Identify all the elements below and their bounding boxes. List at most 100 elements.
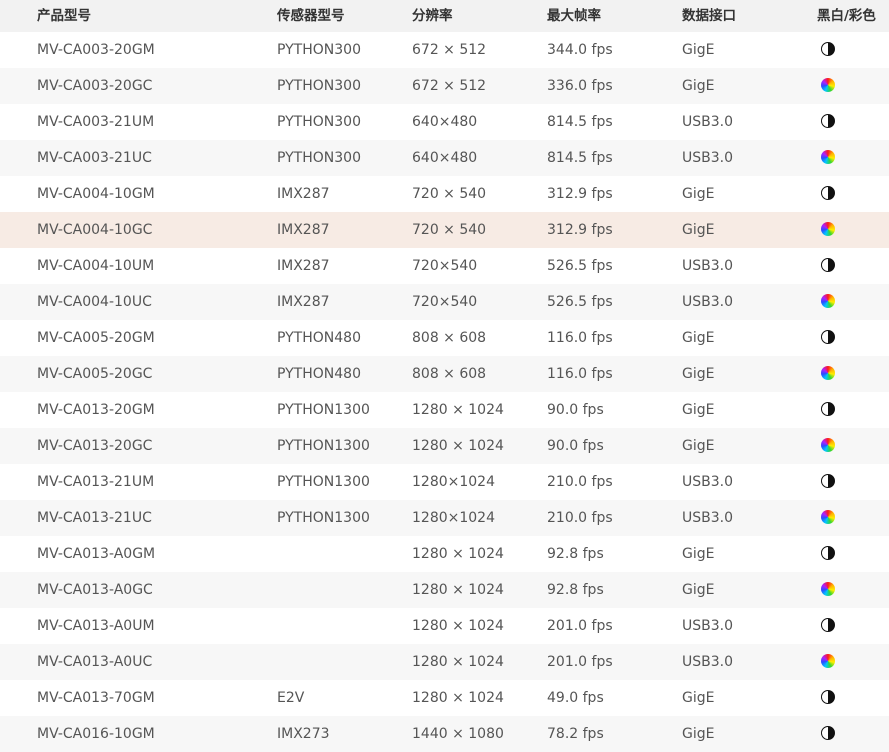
table-row[interactable]: MV-CA013-20GM PYTHON1300 1280 × 1024 90.0 f… (0, 392, 889, 428)
cell-interface: USB3.0 (682, 474, 734, 490)
cell-resolution: 1280 × 1024 (412, 438, 504, 454)
cell-sensor: PYTHON1300 (277, 474, 370, 490)
cell-model[interactable]: MV-CA003-21UM (37, 104, 154, 140)
table-body: MV-CA003-20GM PYTHON300 672 × 512 344.0 fps… (0, 32, 889, 752)
cell-model[interactable]: MV-CA005-20GM (37, 320, 155, 356)
cell-color (821, 500, 835, 536)
cell-interface: USB3.0 (682, 294, 734, 310)
table-row[interactable]: MV-CA004-10GM IMX287 720 × 540 312.9 fps Gig… (0, 176, 889, 212)
mono-icon (821, 185, 835, 200)
cell-resolution: 1280 × 1024 (412, 690, 504, 706)
camera-spec-table: 产品型号 传感器型号 分辨率 最大帧率 数据接口 黑白/彩色 MV-CA003-… (0, 0, 889, 752)
table-row[interactable]: MV-CA013-21UC PYTHON1300 1280×1024 210.0 fp… (0, 500, 889, 536)
cell-interface: GigE (682, 42, 715, 58)
color-icon (821, 77, 835, 92)
cell-fps: 814.5 fps (547, 150, 613, 166)
table-row[interactable]: MV-CA004-10UC IMX287 720×540 526.5 fps USB3.… (0, 284, 889, 320)
cell-resolution: 808 × 608 (412, 330, 487, 346)
cell-color (821, 140, 835, 176)
table-row[interactable]: MV-CA013-A0UM 1280 × 1024 201.0 fps USB3.0 (0, 608, 889, 644)
table-row[interactable]: MV-CA013-A0GM 1280 × 1024 92.8 fps GigE (0, 536, 889, 572)
cell-sensor: PYTHON300 (277, 42, 361, 58)
cell-fps: 90.0 fps (547, 402, 604, 418)
table-row[interactable]: MV-CA013-20GC PYTHON1300 1280 × 1024 90.0 f… (0, 428, 889, 464)
mono-icon (821, 617, 835, 632)
cell-fps: 116.0 fps (547, 366, 613, 382)
table-row[interactable]: MV-CA003-20GM PYTHON300 672 × 512 344.0 fps… (0, 32, 889, 68)
cell-sensor: E2V (277, 690, 305, 706)
table-row[interactable]: MV-CA004-10GC IMX287 720 × 540 312.9 fps Gig… (0, 212, 889, 248)
cell-interface: GigE (682, 546, 715, 562)
table-row[interactable]: MV-CA004-10UM IMX287 720×540 526.5 fps USB3.… (0, 248, 889, 284)
cell-sensor: PYTHON300 (277, 114, 361, 130)
cell-interface: USB3.0 (682, 654, 734, 670)
table-row[interactable]: MV-CA013-70GM E2V 1280 × 1024 49.0 fps GigE (0, 680, 889, 716)
header-fps[interactable]: 最大帧率 (547, 0, 601, 32)
cell-model[interactable]: MV-CA004-10GC (37, 212, 152, 248)
cell-color (821, 716, 835, 752)
cell-resolution: 672 × 512 (412, 78, 487, 94)
table-header: 产品型号 传感器型号 分辨率 最大帧率 数据接口 黑白/彩色 (0, 0, 889, 32)
cell-model[interactable]: MV-CA013-A0UM (37, 608, 155, 644)
cell-color (821, 572, 835, 608)
cell-model[interactable]: MV-CA013-21UC (37, 500, 152, 536)
cell-model[interactable]: MV-CA013-A0GC (37, 572, 153, 608)
cell-interface: GigE (682, 402, 715, 418)
cell-model[interactable]: MV-CA003-20GM (37, 32, 155, 68)
cell-color (821, 536, 835, 572)
cell-resolution: 1440 × 1080 (412, 726, 504, 742)
cell-resolution: 1280 × 1024 (412, 618, 504, 634)
header-model[interactable]: 产品型号 (37, 0, 91, 32)
table-row[interactable]: MV-CA013-A0GC 1280 × 1024 92.8 fps GigE (0, 572, 889, 608)
table-row[interactable]: MV-CA003-21UM PYTHON300 640×480 814.5 fps US… (0, 104, 889, 140)
mono-icon (821, 473, 835, 488)
mono-icon (821, 725, 835, 740)
header-interface[interactable]: 数据接口 (682, 0, 736, 32)
cell-sensor: PYTHON300 (277, 150, 361, 166)
cell-resolution: 1280 × 1024 (412, 582, 504, 598)
table-row[interactable]: MV-CA003-21UC PYTHON300 640×480 814.5 fps US… (0, 140, 889, 176)
cell-model[interactable]: MV-CA013-20GM (37, 392, 155, 428)
cell-model[interactable]: MV-CA003-21UC (37, 140, 152, 176)
cell-interface: USB3.0 (682, 258, 734, 274)
cell-color (821, 392, 835, 428)
cell-fps: 312.9 fps (547, 222, 613, 238)
table-row[interactable]: MV-CA016-10GM IMX273 1440 × 1080 78.2 fps Gi… (0, 716, 889, 752)
cell-interface: USB3.0 (682, 510, 734, 526)
cell-model[interactable]: MV-CA004-10UC (37, 284, 152, 320)
color-icon (821, 653, 835, 668)
cell-interface: USB3.0 (682, 114, 734, 130)
cell-sensor: PYTHON1300 (277, 510, 370, 526)
cell-model[interactable]: MV-CA013-A0UC (37, 644, 152, 680)
cell-model[interactable]: MV-CA004-10GM (37, 176, 155, 212)
cell-model[interactable]: MV-CA016-10GM (37, 716, 155, 752)
mono-icon (821, 329, 835, 344)
header-sensor[interactable]: 传感器型号 (277, 0, 345, 32)
table-row[interactable]: MV-CA013-21UM PYTHON1300 1280×1024 210.0 fp… (0, 464, 889, 500)
mono-icon (821, 41, 835, 56)
cell-color (821, 428, 835, 464)
cell-fps: 336.0 fps (547, 78, 613, 94)
cell-model[interactable]: MV-CA003-20GC (37, 68, 152, 104)
header-resolution[interactable]: 分辨率 (412, 0, 453, 32)
cell-interface: GigE (682, 366, 715, 382)
cell-resolution: 640×480 (412, 150, 478, 166)
table-row[interactable]: MV-CA003-20GC PYTHON300 672 × 512 336.0 fps… (0, 68, 889, 104)
cell-resolution: 1280 × 1024 (412, 402, 504, 418)
table-row[interactable]: MV-CA005-20GM PYTHON480 808 × 608 116.0 fps… (0, 320, 889, 356)
table-row[interactable]: MV-CA005-20GC PYTHON480 808 × 608 116.0 fps… (0, 356, 889, 392)
cell-model[interactable]: MV-CA013-A0GM (37, 536, 155, 572)
cell-fps: 201.0 fps (547, 654, 613, 670)
cell-model[interactable]: MV-CA005-20GC (37, 356, 152, 392)
cell-fps: 526.5 fps (547, 258, 613, 274)
cell-fps: 201.0 fps (547, 618, 613, 634)
table-row[interactable]: MV-CA013-A0UC 1280 × 1024 201.0 fps USB3.0 (0, 644, 889, 680)
cell-model[interactable]: MV-CA013-70GM (37, 680, 155, 716)
header-color[interactable]: 黑白/彩色 (817, 0, 876, 32)
cell-fps: 210.0 fps (547, 510, 613, 526)
cell-model[interactable]: MV-CA004-10UM (37, 248, 154, 284)
cell-model[interactable]: MV-CA013-20GC (37, 428, 152, 464)
cell-model[interactable]: MV-CA013-21UM (37, 464, 154, 500)
cell-fps: 814.5 fps (547, 114, 613, 130)
cell-fps: 78.2 fps (547, 726, 604, 742)
